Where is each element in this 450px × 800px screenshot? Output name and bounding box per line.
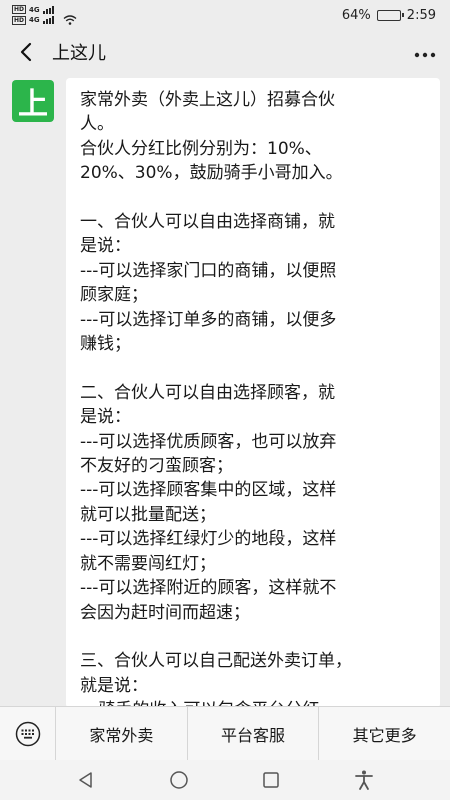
message-line: 是说： <box>80 236 131 257</box>
status-bar: HD 4G HD 4G 64% 2:59 <box>0 0 450 30</box>
message-line: 就不需要闯红灯； <box>80 553 216 574</box>
sim1-hd-badge: HD <box>12 5 27 14</box>
message-line: ---可以选择家门口的商铺，以便照 <box>80 260 337 281</box>
message-line: 20%、30%，鼓励骑手小哥加入。 <box>80 163 343 184</box>
message-line <box>80 625 428 649</box>
signal-indicators: HD 4G HD 4G <box>12 5 77 25</box>
sim2-network-type: 4G <box>29 16 40 24</box>
message-line: 会因为赶时间而超速； <box>80 602 250 623</box>
message-line <box>80 186 428 210</box>
message-line: 二、合伙人可以自由选择顾客，就 <box>80 382 335 403</box>
system-navigation-bar <box>0 760 450 800</box>
chat-header: 上这儿 <box>0 30 450 74</box>
clock: 2:59 <box>406 7 436 23</box>
message-line: 合伙人分红比例分别为：10%、 <box>80 138 322 159</box>
message-line: 不友好的刁蛮顾客； <box>80 456 233 477</box>
message-line: ---可以选择红绿灯少的地段，这样 <box>80 529 337 550</box>
battery-percent: 64% <box>341 7 371 23</box>
message-line: ---可以选择优质顾客，也可以放弃 <box>80 431 337 452</box>
message-line: 一、合伙人可以自由选择商铺，就 <box>80 212 335 233</box>
sender-avatar[interactable]: 上 <box>12 80 54 122</box>
message-line: 是说： <box>80 407 131 428</box>
message-line: ---可以选择顾客集中的区域，这样 <box>80 480 337 501</box>
message-line: 顾家庭； <box>80 285 148 306</box>
recents-square-icon[interactable] <box>251 765 291 795</box>
official-account-menu: 家常外卖 平台客服 其它更多 <box>0 706 450 760</box>
chevron-left-icon[interactable] <box>14 40 38 64</box>
menu-item-customer-service[interactable]: 平台客服 <box>186 707 319 760</box>
sim1-signal: HD 4G <box>12 5 77 14</box>
menu-item-home-food[interactable]: 家常外卖 <box>56 707 187 760</box>
keyboard-icon[interactable] <box>0 707 56 760</box>
message-line <box>80 356 428 380</box>
message-line: 三、合伙人可以自己配送外卖订单， <box>80 651 352 672</box>
back-triangle-icon[interactable] <box>66 765 106 795</box>
message-line: ---可以选择附近的顾客，这样就不 <box>80 578 337 599</box>
wifi-icon <box>63 15 77 25</box>
message-line: 家常外卖（外卖上这儿）招募合伙 <box>80 90 335 110</box>
message-line: 人。 <box>80 114 114 135</box>
signal-bars-icon <box>42 16 54 24</box>
message-line: 就是说： <box>80 675 148 696</box>
signal-bars-icon <box>42 5 54 14</box>
home-circle-icon[interactable] <box>159 765 199 795</box>
sim2-hd-badge: HD <box>12 15 27 25</box>
message-line: 就可以批量配送； <box>80 504 216 525</box>
status-right: 64% 2:59 <box>342 8 436 23</box>
message-line: ---可以选择订单多的商铺，以便多 <box>80 309 337 330</box>
battery-icon <box>376 9 404 21</box>
sim2-signal: HD 4G <box>12 15 77 25</box>
sim1-network-type: 4G <box>29 5 40 14</box>
message-line: 赚钱； <box>80 334 131 355</box>
page-title: 上这儿 <box>52 43 106 64</box>
message-bubble[interactable]: 家常外卖（外卖上这儿）招募合伙 人。合伙人分红比例分别为：10%、 20%、30%，… <box>66 78 440 708</box>
menu-item-more[interactable]: 其它更多 <box>318 707 450 760</box>
message-text: 家常外卖（外卖上这儿）招募合伙 人。合伙人分红比例分别为：10%、 20%、30%，… <box>80 88 428 708</box>
accessibility-icon[interactable] <box>344 765 384 795</box>
more-dots-icon[interactable] <box>414 41 436 63</box>
